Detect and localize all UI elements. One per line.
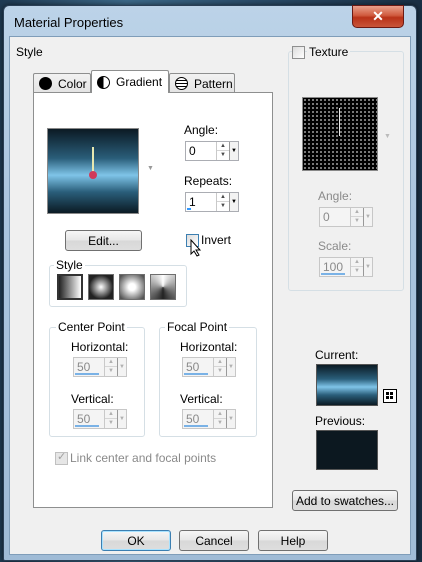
center-horizontal-level-bar (75, 373, 99, 375)
center-vertical-value: 50 (77, 412, 91, 426)
center-vertical-arrows[interactable]: ▲ ▼ (104, 410, 117, 428)
angle-label: Angle: (184, 123, 219, 137)
center-point-label: Center Point (56, 320, 127, 334)
angle-drop-arrow[interactable]: ▼ (229, 142, 238, 160)
texture-angle-arrows[interactable]: ▲ ▼ (350, 208, 363, 226)
close-button[interactable]: ✕ (352, 5, 404, 28)
focal-horizontal-label: Horizontal: (180, 340, 238, 354)
repeats-arrows[interactable]: ▲ ▼ (216, 193, 229, 211)
gradient-preview[interactable] (47, 128, 139, 214)
edit-button[interactable]: Edit... (65, 230, 142, 251)
focal-vertical-value: 50 (186, 412, 200, 426)
ok-button[interactable]: OK (101, 530, 171, 551)
focal-vertical-label: Vertical: (180, 392, 223, 406)
link-points-label: Link center and focal points (70, 451, 217, 465)
style-sub-label: Style (54, 258, 85, 272)
style-group-label: Style (16, 45, 43, 59)
angle-arrows[interactable]: ▲ ▼ (216, 142, 229, 160)
gradient-dropdown-arrow[interactable]: ▼ (147, 165, 154, 172)
focal-horizontal-value: 50 (186, 360, 200, 374)
linear-style-icon[interactable] (57, 274, 83, 300)
texture-group (288, 51, 404, 291)
texture-checkbox[interactable] (292, 46, 305, 59)
texture-label[interactable]: Texture (307, 45, 351, 59)
dialog-client: Style Color Gradient Pattern ▼ Angle: 0 (9, 36, 411, 555)
focal-vertical-drop-arrow[interactable]: ▼ (226, 410, 235, 428)
texture-scale-arrows[interactable]: ▲ ▼ (350, 258, 363, 276)
swap-materials-icon[interactable] (383, 389, 397, 403)
cancel-button[interactable]: Cancel (179, 530, 249, 551)
focal-point-label: Focal Point (165, 320, 230, 334)
focal-vertical-level-bar (184, 425, 208, 427)
radial-style-icon[interactable] (150, 274, 176, 300)
focal-horizontal-level-bar (184, 373, 208, 375)
mouse-cursor-icon (190, 238, 202, 260)
angle-value: 0 (189, 144, 196, 158)
texture-dropdown-arrow[interactable]: ▼ (384, 133, 391, 140)
focal-horizontal-arrows[interactable]: ▲ ▼ (213, 358, 226, 376)
repeats-stepper[interactable]: 1 ▲ ▼ ▼ (185, 192, 239, 212)
gradient-circle-icon (97, 75, 110, 89)
center-vertical-drop-arrow[interactable]: ▼ (117, 410, 126, 428)
current-material-swatch[interactable] (316, 364, 378, 406)
gradient-angle-handle[interactable] (89, 171, 97, 179)
tab-pattern[interactable]: Pattern (169, 73, 235, 93)
pattern-globe-icon (175, 77, 188, 90)
texture-scale-stepper[interactable]: 100 ▲ ▼ ▼ (319, 257, 373, 277)
texture-scale-level-bar (321, 273, 345, 275)
tab-color[interactable]: Color (33, 73, 91, 93)
texture-scale-value: 100 (323, 260, 344, 274)
repeats-label: Repeats: (184, 174, 233, 188)
focal-horizontal-stepper[interactable]: 50 ▲ ▼ ▼ (182, 357, 236, 377)
center-vertical-stepper[interactable]: 50 ▲ ▼ ▼ (73, 409, 127, 429)
center-vertical-label: Vertical: (71, 392, 114, 406)
current-label: Current: (315, 348, 359, 362)
previous-material-swatch[interactable] (316, 430, 378, 470)
center-horizontal-label: Horizontal: (71, 340, 129, 354)
tab-gradient-label: Gradient (116, 75, 163, 89)
center-horizontal-arrows[interactable]: ▲ ▼ (104, 358, 117, 376)
material-properties-window: Material Properties ✕ Style Color Gradie… (3, 5, 417, 561)
sunburst-style-icon[interactable] (119, 274, 145, 300)
focal-vertical-stepper[interactable]: 50 ▲ ▼ ▼ (182, 409, 236, 429)
tab-pattern-label: Pattern (194, 76, 233, 91)
gradient-tab-panel: ▼ Angle: 0 ▲ ▼ ▼ Repeats: 1 ▲ ▼ ▼ Edit... … (33, 92, 273, 508)
link-points-check-icon: ✓ (57, 451, 67, 463)
focal-horizontal-drop-arrow[interactable]: ▼ (226, 358, 235, 376)
repeats-value: 1 (189, 195, 196, 209)
texture-angle-drop-arrow[interactable]: ▼ (363, 208, 372, 226)
invert-label[interactable]: Invert (201, 233, 231, 247)
rectangular-style-icon[interactable] (88, 274, 114, 300)
focal-vertical-arrows[interactable]: ▲ ▼ (213, 410, 226, 428)
gradient-angle-indicator[interactable] (92, 147, 94, 173)
center-horizontal-stepper[interactable]: 50 ▲ ▼ ▼ (73, 357, 127, 377)
center-vertical-level-bar (75, 425, 99, 427)
style-options (57, 274, 177, 300)
tab-gradient[interactable]: Gradient (91, 70, 169, 93)
center-horizontal-value: 50 (77, 360, 91, 374)
texture-angle-value: 0 (323, 210, 330, 224)
texture-angle-indicator (339, 108, 340, 136)
tab-color-label: Color (58, 76, 87, 91)
help-button[interactable]: Help (258, 530, 328, 551)
previous-label: Previous: (315, 414, 366, 428)
add-to-swatches-button[interactable]: Add to swatches... (292, 490, 398, 511)
color-circle-icon (39, 77, 52, 90)
center-horizontal-drop-arrow[interactable]: ▼ (117, 358, 126, 376)
angle-stepper[interactable]: 0 ▲ ▼ ▼ (185, 141, 239, 161)
texture-scale-drop-arrow[interactable]: ▼ (363, 258, 372, 276)
repeats-drop-arrow[interactable]: ▼ (229, 193, 238, 211)
link-points-checkbox[interactable]: ✓ (55, 451, 68, 465)
texture-angle-stepper[interactable]: 0 ▲ ▼ ▼ (319, 207, 373, 227)
window-title: Material Properties (14, 15, 124, 30)
texture-scale-label: Scale: (318, 239, 352, 253)
texture-preview[interactable] (302, 97, 378, 171)
texture-angle-label: Angle: (318, 189, 353, 203)
repeats-level-bar (187, 208, 191, 210)
